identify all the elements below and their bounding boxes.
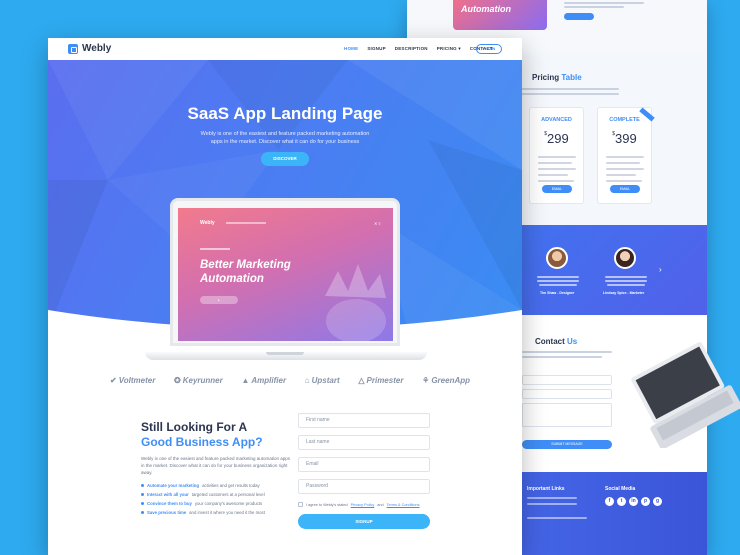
privacy-policy-link[interactable]: Privacy Policy	[351, 503, 375, 507]
preview-hero-word: Automation	[461, 4, 511, 14]
brand-logos: ✔ Voltmeter ✪ Keyrunner ▲ Amplifier ⌂ Upstar…	[110, 376, 470, 385]
preview-hero-thumbnail: Automation	[453, 0, 547, 30]
brand-upstart: ⌂ Upstart	[304, 376, 340, 385]
laptop-screen: Webly ✕ ≡ Better Marketing Automation ▸	[178, 208, 393, 341]
screen-menu-icon: ✕ ≡	[374, 221, 381, 226]
facebook-icon[interactable]: f	[605, 497, 614, 506]
cta-description: Webly is one of the easiest and feature …	[141, 456, 291, 475]
plan-price: $299	[544, 131, 569, 146]
plan-name: ADVANCED	[541, 117, 572, 123]
brand-greenapp: ⚘ GreenApp	[422, 376, 470, 385]
terms-agreement: I agree to Webly's stated Privacy Policy…	[298, 502, 420, 507]
password-field[interactable]: Password	[298, 479, 430, 494]
first-name-field[interactable]: First name	[298, 413, 430, 428]
linkedin-icon[interactable]: in	[629, 497, 638, 506]
testimonial-name: Tim Shaw - Designer	[540, 291, 575, 295]
hero-title: SaaS App Landing Page	[187, 104, 383, 123]
pricing-card-advanced: ADVANCED $299 EMAIL	[529, 107, 584, 204]
pricing-title: Pricing Table	[532, 73, 582, 82]
feature-bullet: Save precious time and invest it where yo…	[141, 510, 265, 515]
nav-item-pricing[interactable]: PRICING ▾	[437, 46, 461, 52]
terms-link[interactable]: Terms & Conditions	[387, 503, 420, 507]
cta-title-line-1: Still Looking For A	[141, 420, 248, 434]
plan-name: COMPLETE	[609, 117, 640, 123]
twitter-icon[interactable]: t	[617, 497, 626, 506]
footer-links-title: Important Links	[527, 486, 565, 492]
feature-bullet: Interact with all your targeted customers…	[141, 492, 265, 497]
screen-button: ▸	[200, 296, 238, 304]
email-field[interactable]: Email	[298, 457, 430, 472]
contact-name-field[interactable]	[522, 375, 612, 385]
contact-submit-button[interactable]: SUBMIT MESSAGE	[522, 440, 612, 449]
avatar	[546, 247, 568, 269]
last-name-field[interactable]: Last name	[298, 435, 430, 450]
login-button[interactable]: LOGIN	[476, 44, 502, 54]
google-icon[interactable]: g	[653, 497, 662, 506]
landing-page: Webly HOME SIGNUP DESCRIPTION PRICING ▾ …	[48, 38, 522, 555]
chevron-right-icon[interactable]: ›	[659, 265, 662, 274]
nav-item-signup[interactable]: SIGNUP	[367, 46, 385, 52]
plan-price: $399	[612, 131, 637, 146]
nav-item-home[interactable]: HOME	[344, 46, 358, 52]
screen-logo: Webly	[200, 220, 215, 226]
contact-email-field[interactable]	[522, 389, 612, 399]
screen-headline: Better Marketing Automation	[200, 259, 291, 285]
hero-subtitle: Webly is one of the easiest and feature …	[200, 131, 370, 145]
brand-amplifier: ▲ Amplifier	[241, 376, 287, 385]
brand-keyrunner: ✪ Keyrunner	[174, 376, 223, 385]
pinterest-icon[interactable]: p	[641, 497, 650, 506]
laptop-illustration	[631, 342, 740, 448]
signup-submit-button[interactable]: SIGNUP	[298, 514, 430, 529]
discover-button[interactable]: DISCOVER	[261, 152, 309, 166]
plan-select-button[interactable]: EMAIL	[610, 185, 640, 193]
feature-bullet: Automate your marketing activities and ge…	[141, 483, 260, 488]
avatar	[614, 247, 636, 269]
testimonial-name: Lindsay Spice - Marketer	[603, 291, 645, 295]
brand-primester: △ Primester	[358, 376, 404, 385]
feature-bullet: Convince them to buy your company's aweso…	[141, 501, 262, 506]
contact-title: Contact Us	[535, 337, 578, 346]
plan-select-button[interactable]: EMAIL	[542, 185, 572, 193]
nav-item-description[interactable]: DESCRIPTION	[395, 46, 428, 52]
nav-menu: HOME SIGNUP DESCRIPTION PRICING ▾ CONTAC…	[344, 46, 493, 52]
pricing-card-complete: COMPLETE $399 EMAIL	[597, 107, 655, 204]
logo-text: Webly	[82, 43, 112, 54]
terms-checkbox[interactable]	[298, 502, 303, 507]
brand-voltmeter: ✔ Voltmeter	[110, 376, 156, 385]
screen-crown-illustration	[325, 264, 386, 341]
preview-hero-button	[564, 13, 594, 20]
footer-social-title: Social Media	[605, 486, 636, 492]
contact-message-field[interactable]	[522, 403, 612, 427]
logo-icon	[68, 43, 78, 54]
laptop-notch	[266, 352, 304, 355]
cta-title-line-2: Good Business App?	[141, 435, 263, 449]
logo[interactable]: Webly	[68, 43, 111, 54]
navbar: Webly HOME SIGNUP DESCRIPTION PRICING ▾ …	[48, 38, 522, 60]
